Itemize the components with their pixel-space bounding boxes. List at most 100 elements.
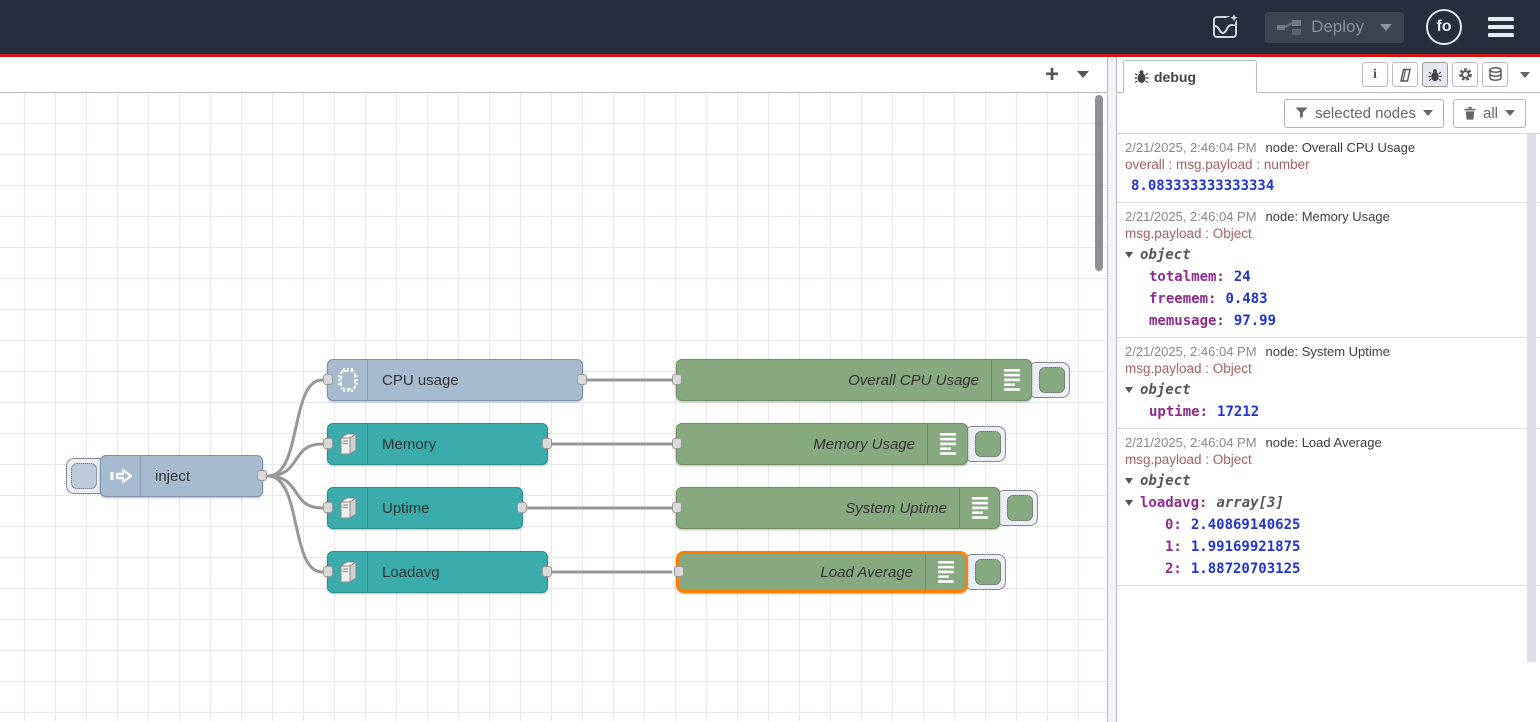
bug-icon [1428,68,1442,82]
node-input-port[interactable] [674,566,684,577]
object-expander[interactable]: object [1140,473,1191,489]
flow-node-debug-memory-usage[interactable]: Memory Usage [676,423,968,465]
message-node-name: node: Memory Usage [1266,209,1390,224]
debug-message-list[interactable]: 2/21/2025, 2:46:04 PM node: Overall CPU U… [1117,134,1540,722]
node-label: Load Average [820,564,925,581]
message-timestamp: 2/21/2025, 2:46:04 PM [1125,344,1257,359]
book-icon [1398,68,1412,82]
object-value: 97.99 [1234,313,1276,329]
debug-message[interactable]: 2/21/2025, 2:46:04 PMnode: Load Average … [1117,429,1540,586]
expand-caret-icon[interactable] [1125,387,1133,393]
node-input-port[interactable] [672,438,682,449]
user-avatar[interactable]: fo [1426,9,1462,45]
node-label: inject [141,468,190,485]
canvas-vertical-scrollbar[interactable] [1095,95,1103,271]
debug-enable-toggle[interactable] [1028,362,1070,398]
node-label: System Uptime [845,500,959,517]
node-output-port[interactable] [257,470,267,481]
object-expander[interactable]: object [1140,382,1191,398]
debug-message[interactable]: 2/21/2025, 2:46:04 PM node: System Uptime… [1117,338,1540,429]
object-key: totalmem: [1149,269,1225,285]
flow-node-inject[interactable]: inject [100,455,263,497]
debug-message[interactable]: 2/21/2025, 2:46:04 PMnode: Memory Usage … [1117,203,1540,338]
workspace-tabbar: + [0,57,1107,93]
clear-label: all [1483,105,1498,122]
sidebar-menu-caret-icon[interactable] [1520,72,1530,78]
flow-canvas[interactable]: inject CPU usage [0,93,1107,721]
add-flow-button[interactable]: + [1045,63,1059,87]
context-data-tab-button[interactable] [1482,62,1508,87]
node-label: CPU usage [368,372,459,389]
info-icon: i [1373,67,1377,83]
debug-list-icon [925,554,965,590]
expand-caret-icon[interactable] [1125,478,1133,484]
message-timestamp: 2/21/2025, 2:46:04 PM [1125,435,1257,450]
server-icon [328,488,368,528]
sidebar-splitter[interactable] [1108,57,1116,722]
array-index: 1: [1165,539,1182,555]
deploy-button[interactable]: Deploy [1265,12,1404,43]
debug-tab-button[interactable] [1422,62,1448,87]
array-value: 2.40869140625 [1191,517,1301,533]
message-property-path: msg.payload : Object [1125,226,1518,241]
flow-list-caret-icon[interactable] [1077,71,1089,78]
debug-list-icon [991,360,1031,400]
message-node-name: node: System Uptime [1266,344,1390,359]
node-output-port[interactable] [542,438,552,449]
node-label: Loadavg [368,564,440,581]
flow-node-memory[interactable]: Memory [327,423,548,465]
debug-list-scroll-track[interactable] [1527,134,1536,662]
message-node-name: node: Overall CPU Usage [1266,140,1416,155]
expand-caret-icon[interactable] [1125,500,1133,506]
flow-node-uptime[interactable]: Uptime [327,487,523,529]
debug-enable-toggle[interactable] [964,426,1006,462]
flow-node-loadavg[interactable]: Loadavg [327,551,548,593]
object-value: 17212 [1217,404,1259,420]
info-tab-button[interactable]: i [1362,62,1388,87]
flow-workspace: + [0,57,1108,722]
object-value: 0.483 [1225,291,1267,307]
object-expander[interactable]: object [1140,247,1191,263]
array-value: 1.99169921875 [1191,539,1301,555]
node-input-port[interactable] [672,502,682,513]
node-label: Memory Usage [813,436,927,453]
clear-caret-icon [1505,110,1515,116]
array-key[interactable]: loadavg: [1140,495,1207,511]
database-icon [1488,67,1503,82]
debug-list-icon [927,424,967,464]
node-input-port[interactable] [323,502,333,513]
server-icon [328,552,368,592]
deploy-icon [1277,19,1301,35]
node-input-port[interactable] [323,374,333,385]
sidebar-tabbar: debug i [1117,57,1540,93]
flow-node-debug-overall-cpu[interactable]: Overall CPU Usage [676,359,1032,401]
node-input-port[interactable] [672,374,682,385]
node-input-port[interactable] [323,438,333,449]
config-tab-button[interactable] [1452,62,1478,87]
object-key: memusage: [1149,313,1225,329]
tab-debug[interactable]: debug [1123,60,1257,93]
node-output-port[interactable] [517,502,527,513]
help-tab-button[interactable] [1392,62,1418,87]
cpu-chip-icon [328,360,368,400]
node-input-port[interactable] [323,566,333,577]
debug-enable-toggle[interactable] [996,490,1038,526]
object-value: 24 [1234,269,1251,285]
array-index: 2: [1165,561,1182,577]
node-output-port[interactable] [542,566,552,577]
flow-node-debug-load-average[interactable]: Load Average [676,551,968,593]
node-output-port[interactable] [577,374,587,385]
flow-node-debug-system-uptime[interactable]: System Uptime [676,487,1000,529]
debug-clear-button[interactable]: all [1453,99,1526,128]
expand-caret-icon[interactable] [1125,252,1133,258]
node-label: Memory [368,436,436,453]
main-menu-icon[interactable] [1484,13,1518,41]
array-index: 0: [1165,517,1182,533]
flow-assistant-icon[interactable] [1209,10,1243,44]
flow-node-cpu-usage[interactable]: CPU usage [327,359,583,401]
deploy-dropdown-caret-icon[interactable] [1380,24,1392,31]
debug-enable-toggle[interactable] [964,554,1006,590]
server-icon [328,424,368,464]
debug-filter-button[interactable]: selected nodes [1284,99,1444,128]
debug-message[interactable]: 2/21/2025, 2:46:04 PMnode: Overall CPU U… [1117,134,1540,203]
